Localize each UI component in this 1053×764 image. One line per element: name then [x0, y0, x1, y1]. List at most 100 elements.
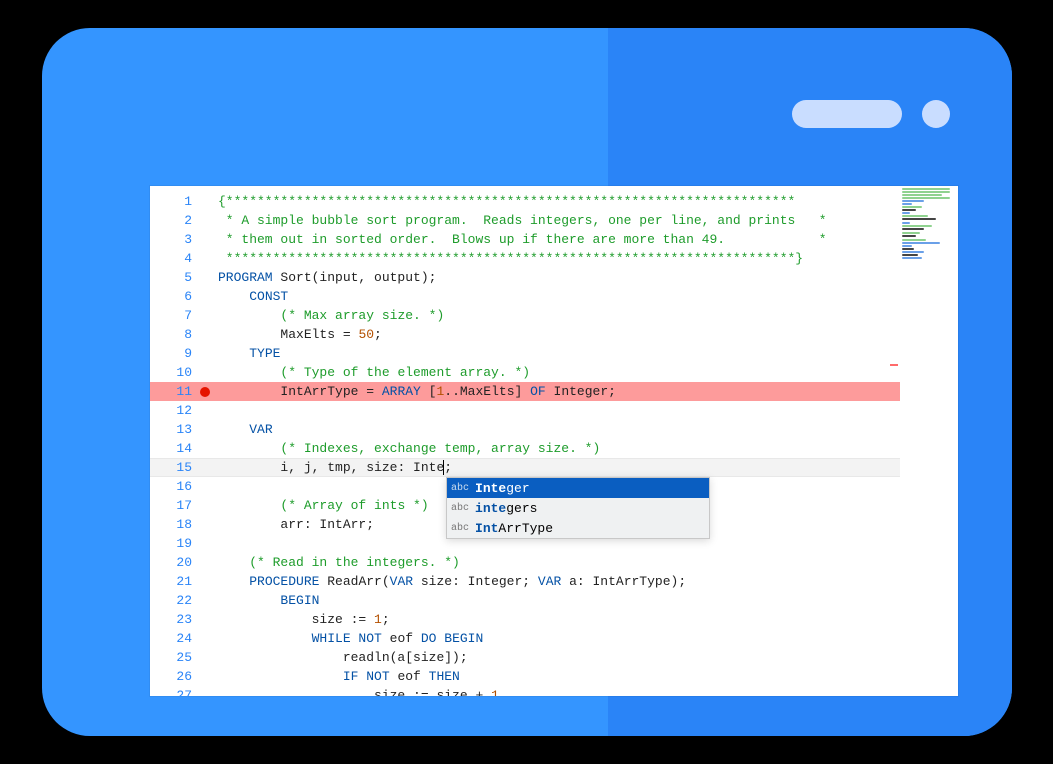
- line-number[interactable]: 24: [150, 631, 192, 646]
- code-content[interactable]: PROGRAM Sort(input, output);: [218, 268, 888, 287]
- glyph-margin[interactable]: [196, 287, 214, 306]
- code-line[interactable]: 22 BEGIN: [150, 591, 958, 610]
- overview-ruler[interactable]: [888, 186, 900, 696]
- code-content[interactable]: * them out in sorted order. Blows up if …: [218, 230, 888, 249]
- line-number[interactable]: 25: [150, 650, 192, 665]
- line-number[interactable]: 13: [150, 422, 192, 437]
- code-content[interactable]: size := 1;: [218, 610, 888, 629]
- code-line[interactable]: 13 VAR: [150, 420, 958, 439]
- glyph-margin[interactable]: [196, 325, 214, 344]
- code-content[interactable]: (* Read in the integers. *): [218, 553, 888, 572]
- glyph-margin[interactable]: [196, 591, 214, 610]
- code-line[interactable]: 5 PROGRAM Sort(input, output);: [150, 268, 958, 287]
- code-line[interactable]: 21 PROCEDURE ReadArr(VAR size: Integer; …: [150, 572, 958, 591]
- glyph-margin[interactable]: [196, 648, 214, 667]
- glyph-margin[interactable]: [196, 534, 214, 553]
- code-content[interactable]: * A simple bubble sort program. Reads in…: [218, 211, 888, 230]
- line-number[interactable]: 18: [150, 517, 192, 532]
- code-line[interactable]: 1 {**************************************…: [150, 192, 958, 211]
- line-number[interactable]: 20: [150, 555, 192, 570]
- line-number[interactable]: 19: [150, 536, 192, 551]
- line-number[interactable]: 22: [150, 593, 192, 608]
- code-line[interactable]: 23 size := 1;: [150, 610, 958, 629]
- line-number[interactable]: 17: [150, 498, 192, 513]
- code-line[interactable]: 15 i, j, tmp, size: Inte;: [150, 458, 958, 477]
- code-line[interactable]: 10 (* Type of the element array. *): [150, 363, 958, 382]
- code-line[interactable]: 24 WHILE NOT eof DO BEGIN: [150, 629, 958, 648]
- glyph-margin[interactable]: [196, 515, 214, 534]
- glyph-margin[interactable]: [196, 420, 214, 439]
- line-number[interactable]: 12: [150, 403, 192, 418]
- code-content[interactable]: TYPE: [218, 344, 888, 363]
- glyph-margin[interactable]: [196, 686, 214, 696]
- line-number[interactable]: 8: [150, 327, 192, 342]
- code-line[interactable]: 3 * them out in sorted order. Blows up i…: [150, 230, 958, 249]
- glyph-margin[interactable]: [196, 382, 214, 401]
- line-number[interactable]: 4: [150, 251, 192, 266]
- code-line[interactable]: 20 (* Read in the integers. *): [150, 553, 958, 572]
- code-editor[interactable]: 1 {**************************************…: [150, 186, 958, 696]
- glyph-margin[interactable]: [196, 401, 214, 420]
- code-content[interactable]: ****************************************…: [218, 249, 888, 268]
- line-number[interactable]: 14: [150, 441, 192, 456]
- line-number[interactable]: 16: [150, 479, 192, 494]
- line-number[interactable]: 26: [150, 669, 192, 684]
- code-content[interactable]: VAR: [218, 420, 888, 439]
- code-line[interactable]: 26 IF NOT eof THEN: [150, 667, 958, 686]
- code-content[interactable]: (* Max array size. *): [218, 306, 888, 325]
- line-number[interactable]: 5: [150, 270, 192, 285]
- glyph-margin[interactable]: [196, 496, 214, 515]
- code-content[interactable]: readln(a[size]);: [218, 648, 888, 667]
- code-content[interactable]: PROCEDURE ReadArr(VAR size: Integer; VAR…: [218, 572, 888, 591]
- code-line[interactable]: 8 MaxElts = 50;: [150, 325, 958, 344]
- code-content[interactable]: i, j, tmp, size: Inte;: [218, 459, 888, 476]
- code-content[interactable]: BEGIN: [218, 591, 888, 610]
- line-number[interactable]: 7: [150, 308, 192, 323]
- autocomplete-popup[interactable]: abcIntegerabcintegersabcIntArrType: [446, 477, 710, 539]
- line-number[interactable]: 9: [150, 346, 192, 361]
- glyph-margin[interactable]: [196, 667, 214, 686]
- code-content[interactable]: (* Indexes, exchange temp, array size. *…: [218, 439, 888, 458]
- code-content[interactable]: {***************************************…: [218, 192, 888, 211]
- code-line[interactable]: 14 (* Indexes, exchange temp, array size…: [150, 439, 958, 458]
- line-number[interactable]: 1: [150, 194, 192, 209]
- glyph-margin[interactable]: [196, 439, 214, 458]
- line-number[interactable]: 3: [150, 232, 192, 247]
- line-number[interactable]: 2: [150, 213, 192, 228]
- line-number[interactable]: 15: [150, 460, 192, 475]
- line-number[interactable]: 23: [150, 612, 192, 627]
- code-content[interactable]: IF NOT eof THEN: [218, 667, 888, 686]
- code-line[interactable]: 6 CONST: [150, 287, 958, 306]
- glyph-margin[interactable]: [196, 344, 214, 363]
- code-line[interactable]: 25 readln(a[size]);: [150, 648, 958, 667]
- glyph-margin[interactable]: [196, 268, 214, 287]
- line-number[interactable]: 10: [150, 365, 192, 380]
- glyph-margin[interactable]: [196, 553, 214, 572]
- line-number[interactable]: 6: [150, 289, 192, 304]
- code-line[interactable]: 12: [150, 401, 958, 420]
- breakpoint-icon[interactable]: [200, 387, 210, 397]
- autocomplete-item[interactable]: abcIntArrType: [447, 518, 709, 538]
- code-content[interactable]: IntArrType = ARRAY [1..MaxElts] OF Integ…: [218, 382, 888, 401]
- glyph-margin[interactable]: [196, 249, 214, 268]
- minimap[interactable]: [900, 186, 958, 696]
- error-marker[interactable]: [890, 364, 898, 366]
- code-content[interactable]: [218, 401, 888, 420]
- code-line[interactable]: 9 TYPE: [150, 344, 958, 363]
- code-line[interactable]: 2 * A simple bubble sort program. Reads …: [150, 211, 958, 230]
- glyph-margin[interactable]: [196, 610, 214, 629]
- glyph-margin[interactable]: [196, 230, 214, 249]
- code-content[interactable]: CONST: [218, 287, 888, 306]
- line-number[interactable]: 11: [150, 384, 192, 399]
- glyph-margin[interactable]: [196, 477, 214, 496]
- code-content[interactable]: (* Type of the element array. *): [218, 363, 888, 382]
- code-line[interactable]: 27 size := size + 1: [150, 686, 958, 696]
- code-line[interactable]: 7 (* Max array size. *): [150, 306, 958, 325]
- glyph-margin[interactable]: [196, 306, 214, 325]
- glyph-margin[interactable]: [196, 192, 214, 211]
- code-line[interactable]: 11 IntArrType = ARRAY [1..MaxElts] OF In…: [150, 382, 958, 401]
- code-content[interactable]: size := size + 1: [218, 686, 888, 696]
- code-content[interactable]: MaxElts = 50;: [218, 325, 888, 344]
- glyph-margin[interactable]: [196, 363, 214, 382]
- code-content[interactable]: WHILE NOT eof DO BEGIN: [218, 629, 888, 648]
